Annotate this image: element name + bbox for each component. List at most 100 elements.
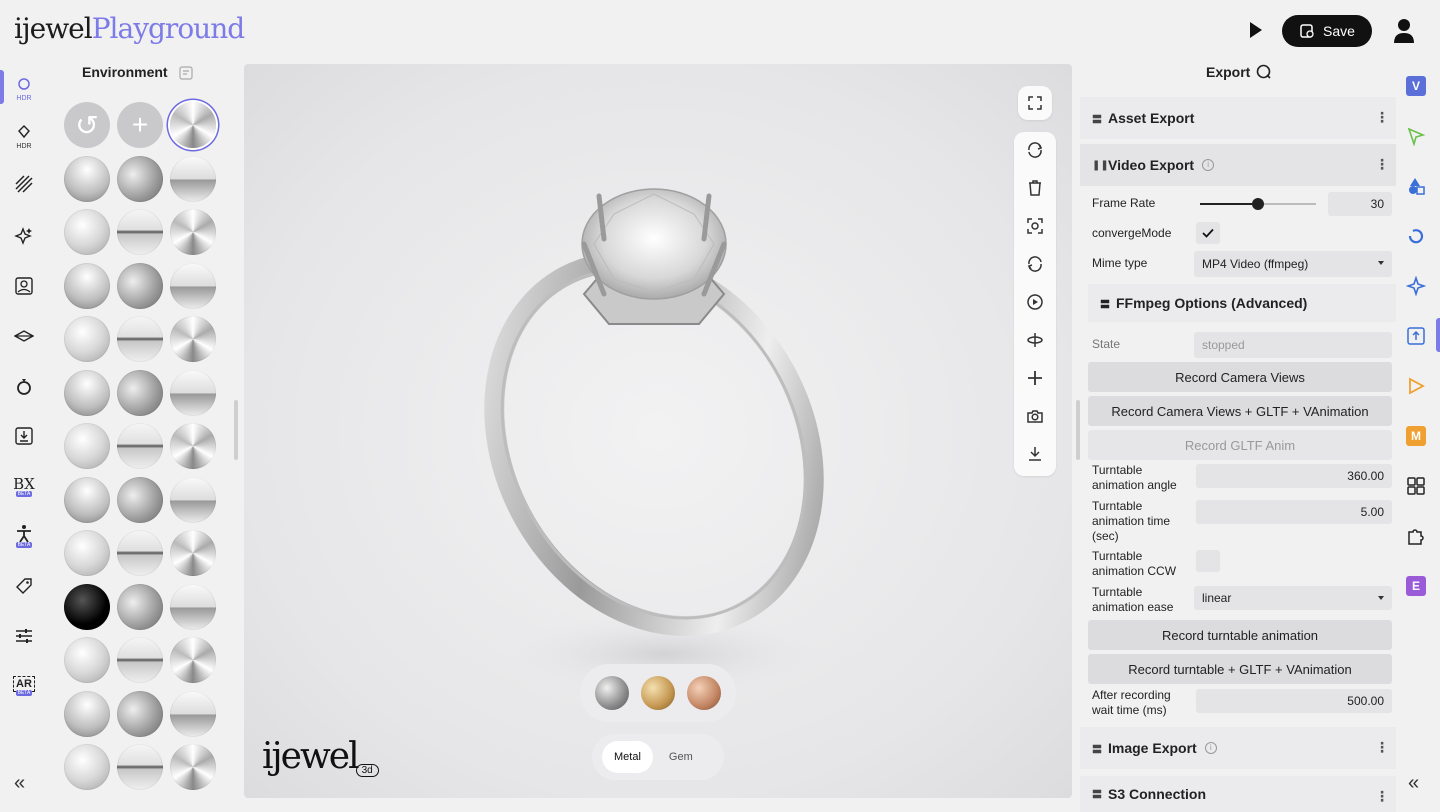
environment-thumbnail[interactable] — [170, 583, 216, 630]
environment-thumbnail[interactable] — [170, 209, 216, 255]
environment-thumbnail[interactable] — [170, 423, 216, 469]
after-recording-input[interactable]: 500.00 — [1196, 689, 1392, 713]
turntable-ccw-checkbox[interactable] — [1196, 550, 1220, 572]
add-environment-button[interactable]: + — [117, 102, 163, 148]
metal-swatch-rose[interactable] — [687, 676, 721, 710]
app-cursor-arrow[interactable] — [1404, 124, 1428, 148]
record-camera-views-button[interactable]: Record Camera Views — [1088, 362, 1392, 392]
environment-thumbnail[interactable] — [64, 423, 110, 469]
turntable-time-input[interactable]: 5.00 — [1196, 500, 1392, 524]
export-panel-resize-handle[interactable] — [1076, 400, 1080, 460]
environment-thumbnail[interactable] — [170, 530, 216, 576]
rail-item-bx[interactable]: BX BETA — [4, 468, 44, 504]
rail-item-ground[interactable] — [4, 318, 44, 354]
rail-item-hatch[interactable] — [4, 166, 44, 202]
user-icon[interactable] — [1392, 18, 1416, 44]
drag-handle-icon[interactable]: 〓 — [1092, 111, 1108, 126]
preview-play-button[interactable] — [1250, 22, 1262, 38]
metal-swatch-gold[interactable] — [641, 676, 675, 710]
environment-thumbnail[interactable] — [117, 530, 163, 576]
environment-thumbnail[interactable] — [117, 155, 163, 202]
drag-handle-icon[interactable]: 〓 — [1092, 786, 1108, 801]
environment-thumbnail[interactable] — [170, 637, 216, 683]
app-m-app[interactable]: M — [1404, 424, 1428, 448]
play-animation-button[interactable] — [1023, 290, 1047, 314]
environment-thumbnail[interactable] — [117, 583, 163, 630]
drag-handle-icon[interactable]: 〓 — [1092, 741, 1108, 756]
environment-thumbnail[interactable] — [170, 262, 216, 309]
rail-item-hdr-diamond[interactable]: HDR — [4, 118, 44, 154]
environment-thumbnail[interactable] — [117, 690, 163, 737]
app-circle-refresh[interactable] — [1404, 224, 1428, 248]
drag-handle-icon[interactable]: 〓 — [1100, 296, 1116, 311]
environment-thumbnail[interactable] — [64, 369, 110, 416]
environment-thumbnail[interactable] — [170, 102, 216, 148]
collapse-right-panel-button[interactable]: « — [1408, 772, 1419, 795]
environment-thumbnail[interactable] — [117, 209, 163, 255]
environment-thumbnail[interactable] — [117, 369, 163, 416]
turntable-ease-select[interactable]: linear — [1194, 586, 1392, 610]
3d-viewport[interactable]: Metal Gem ijewel 3d — [244, 64, 1072, 798]
environment-resize-handle[interactable] — [234, 400, 238, 460]
environment-thumbnail[interactable] — [64, 530, 110, 576]
ffmpeg-options-section[interactable]: 〓 FFmpeg Options (Advanced) — [1088, 284, 1396, 322]
metal-tab[interactable]: Metal — [602, 741, 653, 773]
app-v-app[interactable]: V — [1404, 74, 1428, 98]
environment-thumbnail[interactable] — [170, 369, 216, 416]
rotate-tool-button[interactable] — [1023, 138, 1047, 162]
rail-item-sliders[interactable] — [4, 618, 44, 654]
rail-item-ar[interactable]: AR BETA — [4, 668, 44, 704]
focus-button[interactable] — [1023, 214, 1047, 238]
environment-thumbnail[interactable] — [64, 583, 110, 630]
more-options-icon[interactable]: ⋮ — [1375, 788, 1389, 805]
environment-thumbnail[interactable] — [170, 316, 216, 362]
rail-item-figure[interactable]: BETA — [4, 518, 44, 554]
more-options-icon[interactable]: ⋮ — [1375, 156, 1389, 173]
info-icon[interactable]: i — [1202, 159, 1215, 171]
info-icon[interactable]: i — [1204, 742, 1217, 754]
app-shapes[interactable] — [1404, 174, 1428, 198]
environment-thumbnail[interactable] — [64, 744, 110, 790]
environment-thumbnail[interactable] — [170, 476, 216, 523]
auto-rotate-button[interactable] — [1023, 252, 1047, 276]
record-gltf-anim-button[interactable]: Record GLTF Anim — [1088, 430, 1392, 460]
environment-thumbnail[interactable] — [170, 690, 216, 737]
environment-thumbnail[interactable] — [64, 155, 110, 202]
environment-thumbnail[interactable] — [117, 423, 163, 469]
rail-item-sparkle[interactable] — [4, 218, 44, 254]
environment-thumbnail[interactable] — [170, 155, 216, 202]
drag-handle-icon[interactable]: ❚❚ — [1092, 160, 1109, 171]
environment-thumbnail[interactable] — [64, 690, 110, 737]
environment-thumbnail[interactable] — [64, 316, 110, 362]
mime-type-select[interactable]: MP4 Video (ffmpeg) — [1194, 251, 1392, 277]
environment-thumbnail[interactable] — [117, 262, 163, 309]
environment-thumbnail[interactable] — [64, 262, 110, 309]
rail-item-image-frame[interactable] — [4, 268, 44, 304]
record-turntable-button[interactable]: Record turntable animation — [1088, 620, 1392, 650]
download-button[interactable] — [1023, 442, 1047, 466]
snapshot-button[interactable] — [1023, 404, 1047, 428]
delete-button[interactable] — [1023, 176, 1047, 200]
reset-environment-button[interactable]: ↺ — [64, 102, 110, 148]
app-grid-app[interactable] — [1404, 474, 1428, 498]
environment-thumbnail[interactable] — [117, 744, 163, 790]
save-button[interactable]: Save — [1282, 15, 1372, 47]
app-puzzle[interactable] — [1404, 524, 1428, 548]
asset-export-section[interactable]: 〓 Asset Export ⋮ — [1080, 97, 1396, 139]
rail-item-hdr[interactable]: HDR — [4, 70, 44, 106]
gem-tab[interactable]: Gem — [657, 741, 705, 773]
rail-item-ring[interactable] — [4, 368, 44, 404]
converge-mode-checkbox[interactable] — [1196, 222, 1220, 244]
app-play-app[interactable] — [1404, 374, 1428, 398]
collapse-left-panel-button[interactable]: « — [14, 772, 25, 795]
turntable-angle-input[interactable]: 360.00 — [1196, 464, 1392, 488]
app-e-app[interactable]: E — [1404, 574, 1428, 598]
environment-thumbnail[interactable] — [170, 744, 216, 790]
metal-swatch-silver[interactable] — [595, 676, 629, 710]
environment-thumbnail[interactable] — [64, 476, 110, 523]
search-icon[interactable] — [1256, 64, 1272, 80]
rail-item-tag[interactable] — [4, 568, 44, 604]
environment-thumbnail[interactable] — [117, 316, 163, 362]
rail-item-export[interactable] — [4, 418, 44, 454]
environment-info-icon[interactable] — [178, 65, 194, 81]
